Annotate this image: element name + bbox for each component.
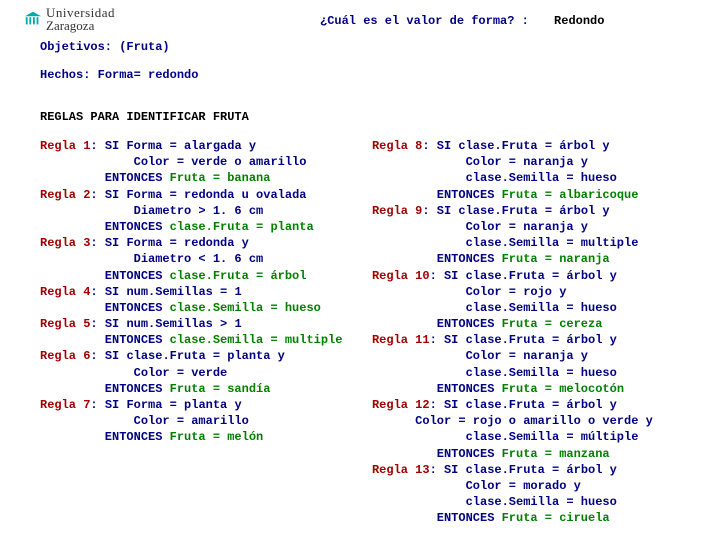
rule-line: Color = verde o amarillo [40,154,368,170]
rule-block: Regla 3: SI Forma = redonda y Diametro <… [40,235,368,284]
rule-line: Regla 1: SI Forma = alargada y [40,138,368,154]
rule-block: Regla 6: SI clase.Fruta = planta y Color… [40,348,368,397]
rule-line: Regla 3: SI Forma = redonda y [40,235,368,251]
logo-line2: Zaragoza [46,19,115,32]
rule-conclusion: ENTONCES clase.Fruta = planta [40,219,368,235]
rule-conclusion: ENTONCES Fruta = sandía [40,381,368,397]
hechos-value: Forma= redondo [98,68,199,82]
rule-line: Regla 6: SI clase.Fruta = planta y [40,348,368,364]
rule-block: Regla 13: SI clase.Fruta = árbol y Color… [372,462,690,527]
rule-conclusion: ENTONCES clase.Semilla = multiple [40,332,368,348]
university-logo-icon [24,10,42,28]
rules-right-column: Regla 8: SI clase.Fruta = árbol y Color … [372,138,690,527]
rule-line: clase.Semilla = múltiple [372,429,690,445]
rule-line: clase.Semilla = hueso [372,494,690,510]
rule-conclusion: ENTONCES Fruta = ciruela [372,510,690,526]
rule-block: Regla 8: SI clase.Fruta = árbol y Color … [372,138,690,203]
rule-conclusion: ENTONCES Fruta = naranja [372,251,690,267]
rule-line: Color = verde [40,365,368,381]
rule-line: Regla 5: SI num.Semillas > 1 [40,316,368,332]
rule-line: Color = rojo y [372,284,690,300]
rule-block: Regla 9: SI clase.Fruta = árbol y Color … [372,203,690,268]
rule-block: Regla 11: SI clase.Fruta = árbol y Color… [372,332,690,397]
rule-line: Color = naranja y [372,219,690,235]
rule-line: Diametro > 1. 6 cm [40,203,368,219]
hechos-line: Hechos: Forma= redondo [40,68,690,82]
rule-line: clase.Semilla = hueso [372,365,690,381]
rule-line: Regla 12: SI clase.Fruta = árbol y [372,397,690,413]
rule-conclusion: ENTONCES Fruta = manzana [372,446,690,462]
rule-line: Color = morado y [372,478,690,494]
rule-conclusion: ENTONCES Fruta = cereza [372,316,690,332]
rule-conclusion: ENTONCES clase.Semilla = hueso [40,300,368,316]
rule-conclusion: ENTONCES Fruta = banana [40,170,368,186]
rule-line: Diametro < 1. 6 cm [40,251,368,267]
rule-line: Color = rojo o amarillo o verde y [372,413,690,429]
rule-block: Regla 2: SI Forma = redonda u ovalada Di… [40,187,368,236]
rule-line: Regla 11: SI clase.Fruta = árbol y [372,332,690,348]
university-logo-text: Universidad Zaragoza [46,6,115,32]
rule-block: Regla 1: SI Forma = alargada y Color = v… [40,138,368,187]
rule-line: Regla 4: SI num.Semillas = 1 [40,284,368,300]
rule-conclusion: ENTONCES Fruta = melocotón [372,381,690,397]
rule-line: Color = naranja y [372,348,690,364]
rule-line: Regla 10: SI clase.Fruta = árbol y [372,268,690,284]
rule-line: Regla 9: SI clase.Fruta = árbol y [372,203,690,219]
rules-columns: Regla 1: SI Forma = alargada y Color = v… [40,138,690,527]
rule-block: Regla 12: SI clase.Fruta = árbol y Color… [372,397,690,462]
hechos-label: Hechos: [40,68,90,82]
objetivos-value: (Fruta) [119,40,169,54]
rule-line: Regla 13: SI clase.Fruta = árbol y [372,462,690,478]
rule-line: clase.Semilla = hueso [372,170,690,186]
rule-block: Regla 4: SI num.Semillas = 1 ENTONCES cl… [40,284,368,316]
rule-conclusion: ENTONCES Fruta = albaricoque [372,187,690,203]
rule-block: Regla 5: SI num.Semillas > 1 ENTONCES cl… [40,316,368,348]
rule-conclusion: ENTONCES Fruta = melón [40,429,368,445]
rules-left-column: Regla 1: SI Forma = alargada y Color = v… [40,138,368,527]
question-text: ¿Cuál es el valor de forma? : [320,14,529,28]
question-line: ¿Cuál es el valor de forma? : Redondo [320,14,604,28]
rule-conclusion: ENTONCES clase.Fruta = árbol [40,268,368,284]
rule-line: Color = amarillo [40,413,368,429]
objetivos-line: Objetivos: (Fruta) [40,40,690,54]
rule-line: Color = naranja y [372,154,690,170]
rule-line: Regla 2: SI Forma = redonda u ovalada [40,187,368,203]
rule-line: Regla 7: SI Forma = planta y [40,397,368,413]
rule-block: Regla 7: SI Forma = planta y Color = ama… [40,397,368,446]
objetivos-label: Objetivos: [40,40,112,54]
rule-line: clase.Semilla = multiple [372,235,690,251]
rule-block: Regla 10: SI clase.Fruta = árbol y Color… [372,268,690,333]
answer-text: Redondo [554,14,604,28]
rules-title: REGLAS PARA IDENTIFICAR FRUTA [40,110,690,124]
rule-line: Regla 8: SI clase.Fruta = árbol y [372,138,690,154]
rule-line: clase.Semilla = hueso [372,300,690,316]
